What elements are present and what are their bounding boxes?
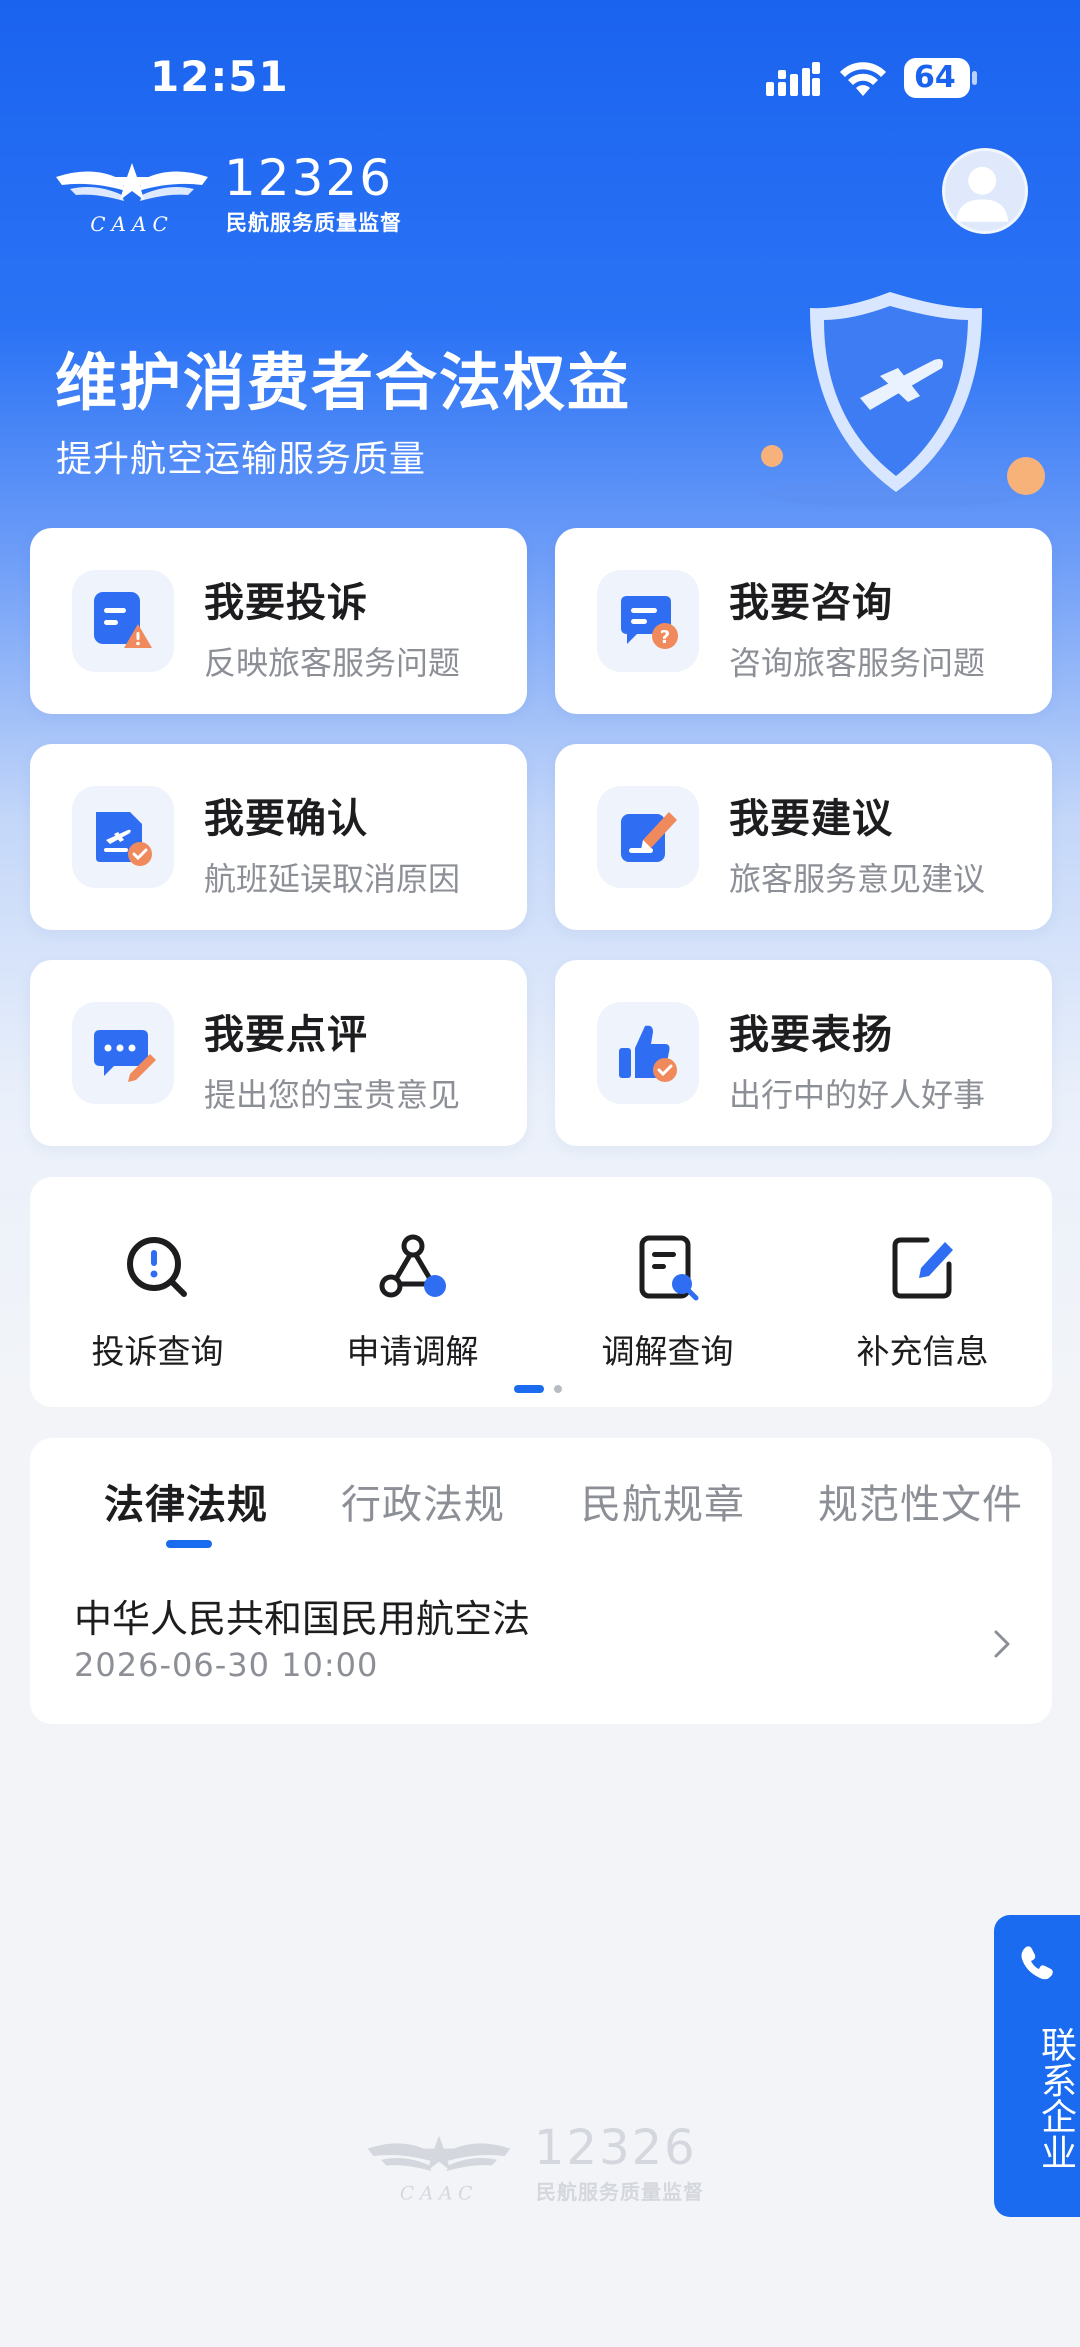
shield-airplane-illustration xyxy=(761,292,1045,508)
card-title: 我要点评 xyxy=(204,1012,368,1058)
search-alert-icon xyxy=(127,1237,187,1297)
user-icon xyxy=(956,166,1009,222)
complaint-document-warning-icon xyxy=(94,592,152,648)
cellular-signal-icon xyxy=(766,62,820,96)
quick-apply-mediation[interactable]: 申请调解 xyxy=(285,1177,540,1377)
card-desc: 咨询旅客服务问题 xyxy=(729,644,986,682)
user-avatar-button[interactable] xyxy=(942,148,1028,234)
card-desc: 旅客服务意见建议 xyxy=(729,860,986,898)
status-time: 12:51 xyxy=(150,52,289,101)
hero-subtitle: 提升航空运输服务质量 xyxy=(56,439,427,480)
quick-services: 投诉查询 申请调解 调解查询 补充信息 xyxy=(30,1177,1052,1407)
tab-civil-aviation-rules[interactable]: 民航规章 xyxy=(581,1472,745,1530)
quick-complaint-query[interactable]: 投诉查询 xyxy=(30,1177,285,1377)
card-desc: 出行中的好人好事 xyxy=(729,1076,986,1114)
card-title: 我要咨询 xyxy=(729,580,893,626)
tab-normative-documents[interactable]: 规范性文件 xyxy=(818,1472,1023,1530)
page-dot xyxy=(554,1385,562,1393)
confirm-icon-wrap xyxy=(72,786,174,888)
card-suggestion[interactable]: 我要建议 旅客服务意见建议 xyxy=(555,744,1052,930)
flight-document-check-icon xyxy=(96,812,152,866)
praise-icon-wrap xyxy=(597,1002,699,1104)
app-logo: CAAC 12326 民航服务质量监督 xyxy=(52,149,412,235)
caac-text: CAAC xyxy=(400,2183,478,2203)
regulations-panel: 法律法规 行政法规 民航规章 规范性文件 中华人民共和国民用航空法 2026-0… xyxy=(30,1438,1052,1724)
tab-administrative-regulations[interactable]: 行政法规 xyxy=(341,1472,505,1530)
quick-label: 投诉查询 xyxy=(91,1332,224,1371)
card-title: 我要确认 xyxy=(204,796,368,842)
active-tab-underline xyxy=(166,1540,212,1548)
card-praise[interactable]: 我要表扬 出行中的好人好事 xyxy=(555,960,1052,1146)
card-desc: 反映旅客服务问题 xyxy=(204,644,461,682)
logo-number: 12326 xyxy=(224,149,394,207)
svg-text:?: ? xyxy=(660,627,670,648)
suggestion-icon-wrap xyxy=(597,786,699,888)
review-icon-wrap xyxy=(72,1002,174,1104)
edit-square-icon xyxy=(892,1237,953,1299)
regulation-title: 中华人民共和国民用航空法 xyxy=(74,1597,531,1641)
card-review[interactable]: 我要点评 提出您的宝贵意见 xyxy=(30,960,527,1146)
footer-logo-number: 12326 xyxy=(534,2120,697,2176)
review-chat-pencil-icon xyxy=(94,1030,156,1082)
mediation-nodes-icon xyxy=(379,1234,446,1298)
quick-supplement-info[interactable]: 补充信息 xyxy=(795,1177,1050,1377)
footer-logo: CAAC 12326 民航服务质量监督 xyxy=(364,2120,724,2208)
battery-level: 64 xyxy=(904,58,970,98)
quick-label: 补充信息 xyxy=(856,1332,989,1371)
caac-wings-logo: CAAC xyxy=(367,2135,511,2203)
wifi-icon xyxy=(840,62,886,96)
phone-icon xyxy=(1021,1946,1053,1980)
hero-title: 维护消费者合法权益 xyxy=(55,346,632,419)
contact-label: 联系企业 xyxy=(1035,2026,1076,2170)
quick-mediation-query[interactable]: 调解查询 xyxy=(540,1177,795,1377)
contact-company-button[interactable]: 联系企业 xyxy=(994,1915,1080,2217)
chevron-right-icon xyxy=(994,1630,1010,1658)
battery-indicator: 64 xyxy=(904,58,977,98)
status-bar: 12:51 64 xyxy=(0,0,1080,150)
list-item[interactable]: 中华人民共和国民用航空法 2026-06-30 10:00 xyxy=(30,1578,1052,1708)
card-confirm[interactable]: 我要确认 航班延误取消原因 xyxy=(30,744,527,930)
document-search-icon xyxy=(639,1235,699,1301)
page-indicator xyxy=(514,1385,574,1395)
page-dot-active xyxy=(514,1385,544,1393)
thumbs-up-icon xyxy=(619,1025,677,1082)
caac-text: CAAC xyxy=(90,212,174,235)
logo-subtitle: 民航服务质量监督 xyxy=(226,211,402,235)
app-screen: 12:51 64 CAAC 12326 民航服务质量监督 维护消费者合法权益 提… xyxy=(0,0,1080,2347)
card-title: 我要表扬 xyxy=(729,1012,893,1058)
quick-label: 申请调解 xyxy=(346,1332,479,1371)
regulation-date: 2026-06-30 10:00 xyxy=(74,1646,379,1684)
card-desc: 提出您的宝贵意见 xyxy=(204,1076,461,1114)
caac-wings-logo: CAAC xyxy=(56,163,208,235)
card-title: 我要投诉 xyxy=(204,580,368,626)
card-desc: 航班延误取消原因 xyxy=(204,860,461,898)
tab-laws[interactable]: 法律法规 xyxy=(104,1472,268,1530)
suggestion-edit-icon xyxy=(621,812,677,862)
card-title: 我要建议 xyxy=(729,796,893,842)
quick-label: 调解查询 xyxy=(601,1332,734,1371)
card-complaint[interactable]: 我要投诉 反映旅客服务问题 xyxy=(30,528,527,714)
footer-logo-subtitle: 民航服务质量监督 xyxy=(536,2180,704,2204)
battery-tip xyxy=(972,71,977,85)
inquiry-icon-wrap: ? xyxy=(597,570,699,672)
card-inquiry[interactable]: ? 我要咨询 咨询旅客服务问题 xyxy=(555,528,1052,714)
inquiry-chat-question-icon: ? xyxy=(621,596,678,649)
complaint-icon-wrap xyxy=(72,570,174,672)
